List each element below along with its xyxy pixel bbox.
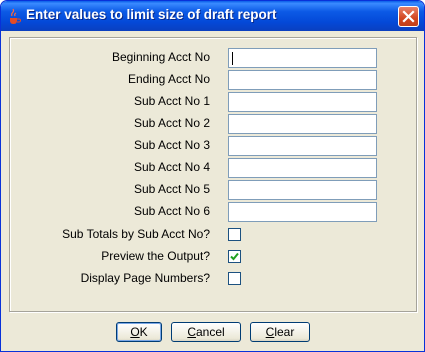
- dialog-body: Beginning Acct No Ending Acct No Sub Acc…: [4, 31, 421, 350]
- sub-acct-1-input[interactable]: [228, 92, 377, 112]
- sub-acct-3-input[interactable]: [228, 136, 377, 156]
- sub-acct-5-label: Sub Acct No 5: [133, 182, 210, 196]
- page-numbers-label: Display Page Numbers?: [80, 271, 210, 285]
- preview-label: Preview the Output?: [101, 249, 210, 263]
- sub-acct-5-input[interactable]: [228, 180, 377, 200]
- subtotals-checkbox[interactable]: [228, 228, 241, 241]
- sub-acct-1-label: Sub Acct No 1: [133, 94, 210, 108]
- ending-acct-input[interactable]: [228, 70, 377, 90]
- subtotals-label: Sub Totals by Sub Acct No?: [62, 227, 210, 241]
- ending-acct-label: Ending Acct No: [127, 72, 210, 86]
- beginning-acct-label: Beginning Acct No: [111, 50, 210, 64]
- sub-acct-6-label: Sub Acct No 6: [133, 204, 210, 218]
- java-cup-icon: [10, 8, 21, 24]
- preview-checkbox[interactable]: [228, 250, 241, 263]
- text-caret: [232, 52, 233, 65]
- close-button[interactable]: [398, 6, 419, 27]
- cancel-button[interactable]: Cancel: [171, 322, 241, 342]
- checkmark-icon: [230, 252, 239, 261]
- sub-acct-2-input[interactable]: [228, 114, 377, 134]
- clear-button[interactable]: Clear: [250, 322, 310, 342]
- sub-acct-2-label: Sub Acct No 2: [133, 116, 210, 130]
- sub-acct-4-input[interactable]: [228, 158, 377, 178]
- sub-acct-4-label: Sub Acct No 4: [133, 160, 210, 174]
- sub-acct-3-label: Sub Acct No 3: [133, 138, 210, 152]
- close-icon: [402, 10, 415, 23]
- window-title: Enter values to limit size of draft repo…: [26, 7, 277, 22]
- sub-acct-6-input[interactable]: [228, 202, 377, 222]
- ok-button[interactable]: OK: [116, 322, 162, 342]
- dialog-window: Enter values to limit size of draft repo…: [0, 0, 425, 352]
- beginning-acct-input[interactable]: [228, 48, 377, 68]
- criteria-panel: Beginning Acct No Ending Acct No Sub Acc…: [9, 37, 417, 312]
- title-bar[interactable]: Enter values to limit size of draft repo…: [1, 1, 424, 31]
- page-numbers-checkbox[interactable]: [228, 272, 241, 285]
